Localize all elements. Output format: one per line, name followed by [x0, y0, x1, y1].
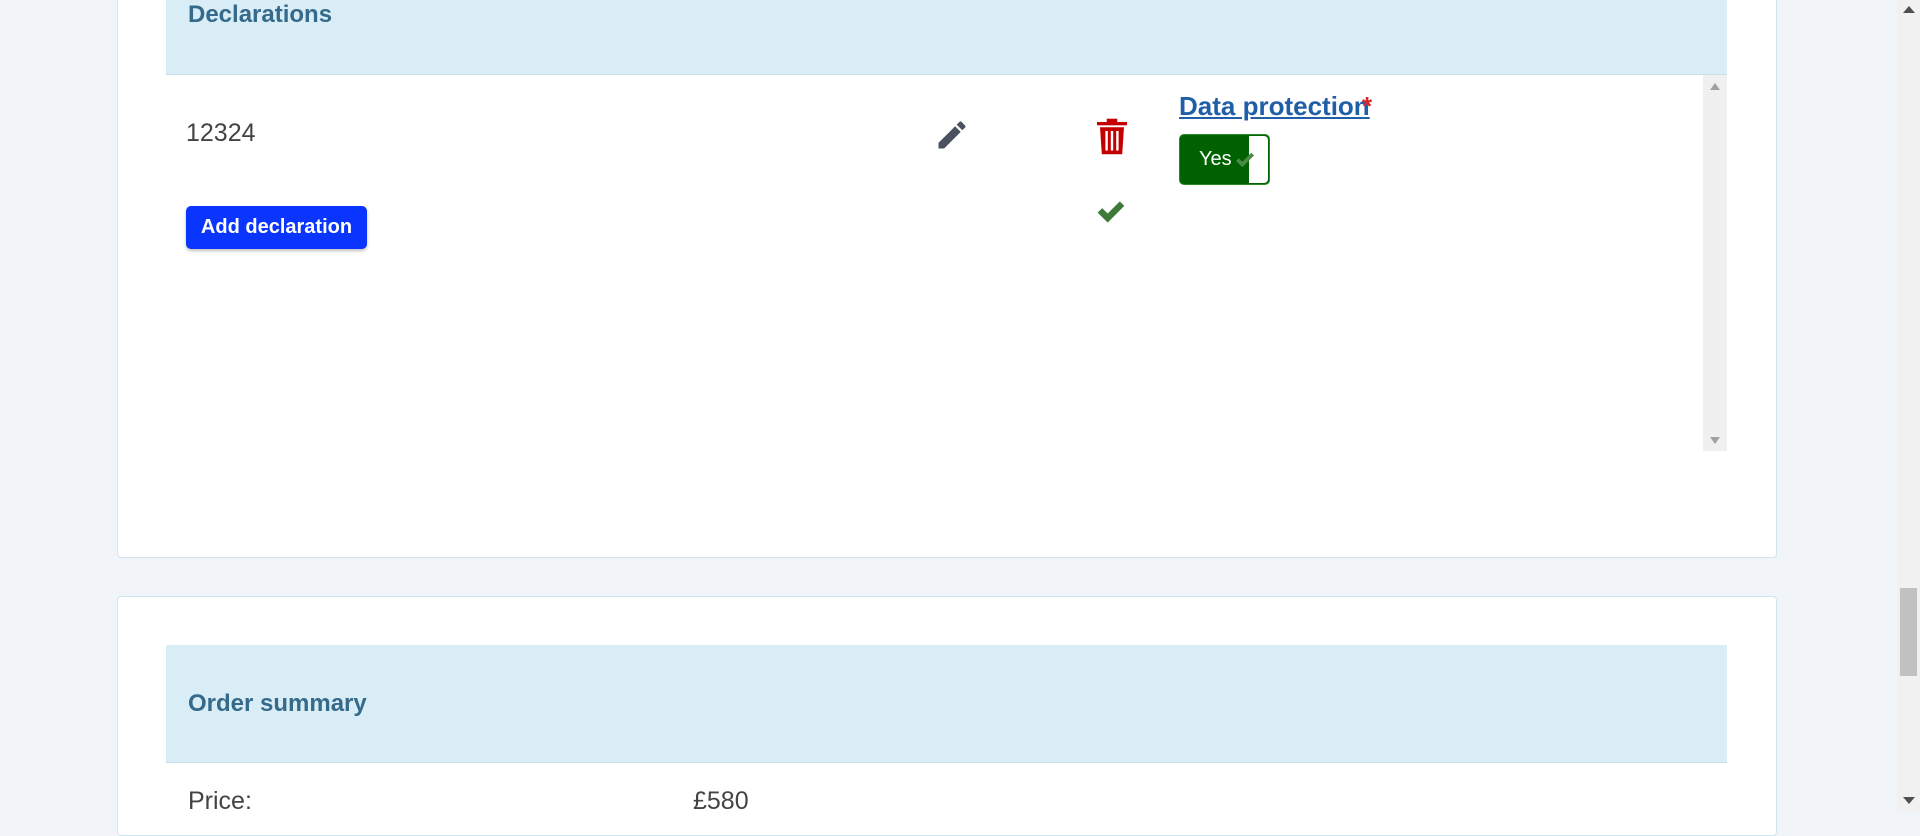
check-icon: [1097, 201, 1125, 223]
page-scrollbar[interactable]: [1897, 0, 1920, 812]
order-summary-title: Order summary: [188, 690, 367, 717]
data-protection-toggle[interactable]: Yes: [1179, 134, 1270, 185]
order-summary-header: Order summary: [166, 645, 1727, 763]
pencil-icon: [938, 121, 966, 149]
declarations-title: Declarations: [188, 1, 333, 28]
required-marker: *: [1362, 91, 1373, 121]
toggle-yes-label: Yes: [1199, 148, 1232, 170]
valid-check-icon: [1095, 195, 1127, 227]
trash-icon: [1097, 118, 1127, 155]
declarations-scroll-area[interactable]: 12324 Add declaration Data protection *: [166, 75, 1727, 451]
add-declaration-button[interactable]: Add declaration: [186, 206, 367, 249]
toggle-check-icon: [1236, 152, 1254, 168]
page-scroll-up-icon[interactable]: [1903, 6, 1915, 13]
page-scroll-down-icon[interactable]: [1903, 797, 1915, 804]
data-protection-link[interactable]: Data protection: [1179, 91, 1370, 122]
edit-declaration-button[interactable]: [934, 117, 970, 153]
declarations-scrollbar[interactable]: [1703, 75, 1727, 451]
delete-declaration-button[interactable]: [1094, 117, 1130, 157]
page-scroll-thumb[interactable]: [1900, 588, 1917, 676]
scroll-down-arrow-icon[interactable]: [1710, 437, 1720, 444]
scroll-up-arrow-icon[interactable]: [1710, 83, 1720, 90]
declarations-header: Declarations: [166, 0, 1727, 75]
declarations-card: Declarations 12324 Add declaration Data …: [117, 0, 1777, 558]
declaration-entry-value: 12324: [186, 119, 256, 147]
order-summary-card: Order summary Price: £580: [117, 596, 1777, 836]
